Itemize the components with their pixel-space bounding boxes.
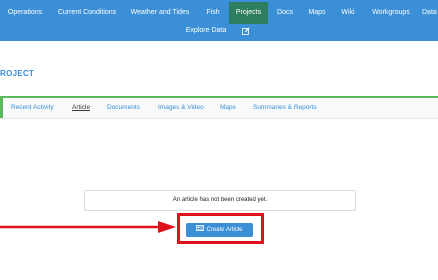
newspaper-icon [196,223,205,237]
nav-item-docs[interactable]: Docs [272,2,298,24]
nav-item-explore-data[interactable]: Explore Data [183,22,229,40]
page-title: ROJECT [0,69,35,78]
red-arrow-icon [0,221,176,233]
tab-summaries-reports[interactable]: Summaries & Reports [253,98,317,118]
nav-item-fish[interactable]: Fish [199,2,227,24]
project-tab-bar: Recent Activity Article Documents Images… [0,96,438,119]
nav-item-current-conditions[interactable]: Current Conditions [52,2,122,24]
nav-item-weather-and-tides[interactable]: Weather and Tides [124,2,196,24]
tab-article[interactable]: Article [72,98,90,118]
nav-item-wiki[interactable]: Wiki [336,2,360,24]
nav-item-projects[interactable]: Projects [229,2,268,24]
main-menu: Operations Current Conditions Weather an… [0,2,438,24]
empty-article-message: An article has not been created yet. [84,190,356,211]
secondary-menu: Explore Data [0,22,438,40]
tab-maps[interactable]: Maps [220,98,236,118]
tab-documents[interactable]: Documents [107,98,140,118]
tab-bar-accent [0,98,3,118]
nav-item-operations[interactable]: Operations [0,2,50,24]
nav-item-data[interactable]: Data [422,2,438,24]
create-article-label: Create Article [206,227,243,233]
tab-recent-activity[interactable]: Recent Activity [11,98,54,118]
top-navigation-bar: Operations Current Conditions Weather an… [0,0,438,41]
tab-images-video[interactable]: Images & Video [158,98,204,118]
nav-item-workgroups[interactable]: Workgroups [366,2,416,24]
create-article-button[interactable]: Create Article [186,223,253,237]
nav-item-maps[interactable]: Maps [304,2,330,24]
empty-article-text: An article has not been created yet. [172,197,268,203]
pencil-square-icon[interactable] [242,22,252,40]
